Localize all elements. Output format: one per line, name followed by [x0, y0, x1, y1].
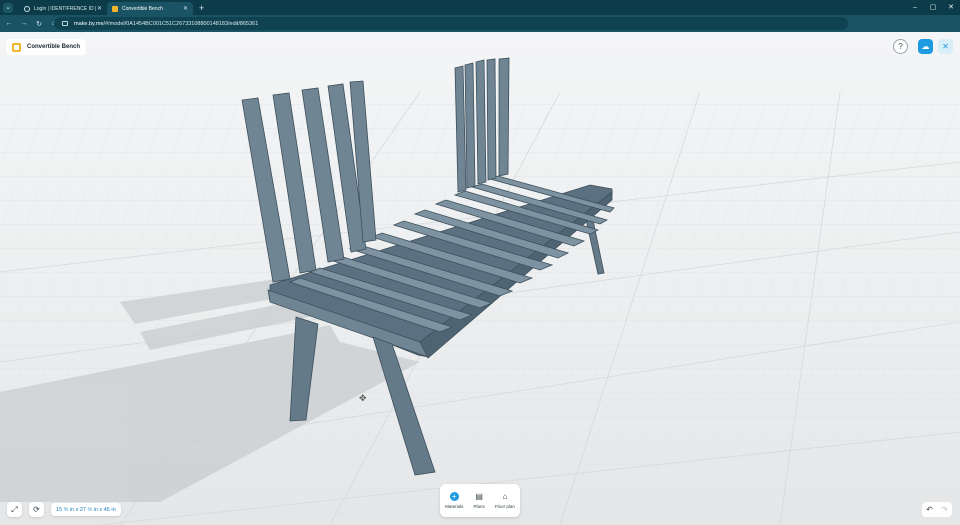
globe-icon: [24, 5, 30, 12]
forward-icon[interactable]: →: [18, 20, 30, 27]
close-editor-button[interactable]: ✕: [938, 39, 953, 54]
project-title: Convertible Bench: [27, 44, 81, 50]
add-circle-icon: +: [449, 492, 459, 501]
help-button[interactable]: ?: [893, 39, 908, 54]
floor-plan-label: Floor plan: [494, 504, 515, 509]
materials-button[interactable]: + Materials: [445, 492, 463, 509]
plans-icon: ▤: [475, 492, 483, 501]
undo-redo-group: ↶ ↷: [922, 502, 952, 517]
materials-label: Materials: [445, 504, 464, 509]
rotate-icon: ⟳: [33, 505, 40, 514]
undo-icon[interactable]: ↶: [924, 505, 936, 514]
site-info-icon[interactable]: [62, 21, 68, 26]
fit-view-icon: ⤢: [11, 505, 18, 514]
close-tab-icon[interactable]: ✕: [97, 5, 102, 12]
tab-convertible-bench[interactable]: Convertible Bench ✕: [107, 2, 193, 15]
close-window-button[interactable]: ✕: [942, 0, 960, 15]
back-icon[interactable]: ←: [3, 20, 15, 27]
browser-address-bar: ← → ↻ ⌂ make.by.me/#/model/0A1454BC001C5…: [0, 15, 960, 43]
tab-login[interactable]: Login | IDENTIFRENCE ID | Dec ✕: [19, 2, 107, 15]
floor-plan-icon: ⌂: [502, 492, 508, 501]
dimensions-badge: 15 ¾ in x 27 ½ in x 45 in: [51, 503, 121, 516]
url-host: make.by.me: [74, 20, 104, 27]
cloud-save-button[interactable]: ☁: [918, 39, 933, 54]
tab-title: Convertible Bench: [122, 5, 163, 12]
rotate-view-button[interactable]: ⟳: [29, 502, 44, 517]
tab-title: Login | IDENTIFRENCE ID | Dec: [34, 5, 97, 12]
close-tab-icon[interactable]: ✕: [183, 5, 188, 12]
redo-icon[interactable]: ↷: [939, 505, 951, 514]
project-title-chip[interactable]: Convertible Bench: [6, 39, 87, 55]
dimensions-text: 15 ¾ in x 27 ½ in x 45 in: [56, 506, 116, 513]
minimize-button[interactable]: –: [906, 0, 924, 15]
plans-label: Plans: [473, 504, 485, 509]
url-field[interactable]: make.by.me/#/model/0A1454BC001C51C267331…: [54, 17, 848, 30]
make-logo-icon: [12, 42, 21, 52]
reload-icon[interactable]: ↻: [33, 20, 45, 28]
new-tab-button[interactable]: +: [199, 3, 204, 13]
tab-search-icon[interactable]: ⌄: [3, 2, 13, 13]
floor-plan-button[interactable]: ⌂ Floor plan: [495, 492, 515, 509]
url-text: make.by.me/#/model/0A1454BC001C51C267331…: [74, 21, 258, 27]
window-controls: – ▢ ✕: [906, 0, 960, 15]
browser-tab-bar: ⌄ Login | IDENTIFRENCE ID | Dec ✕ Conver…: [0, 0, 960, 15]
move-cursor-icon: ✥: [359, 393, 367, 403]
make-logo-icon: [112, 5, 118, 12]
url-path: /#/model/0A1454BC001C51C2673310880014818…: [103, 20, 259, 27]
3d-viewport[interactable]: Convertible Bench ? ☁ ✕ + Materials ▤ Pl…: [0, 32, 960, 525]
fit-view-button[interactable]: ⤢: [7, 502, 22, 517]
maximize-button[interactable]: ▢: [924, 0, 942, 15]
scene-canvas[interactable]: [0, 32, 960, 525]
plans-button[interactable]: ▤ Plans: [473, 492, 484, 509]
bottom-toolbar: + Materials ▤ Plans ⌂ Floor plan: [440, 484, 520, 517]
